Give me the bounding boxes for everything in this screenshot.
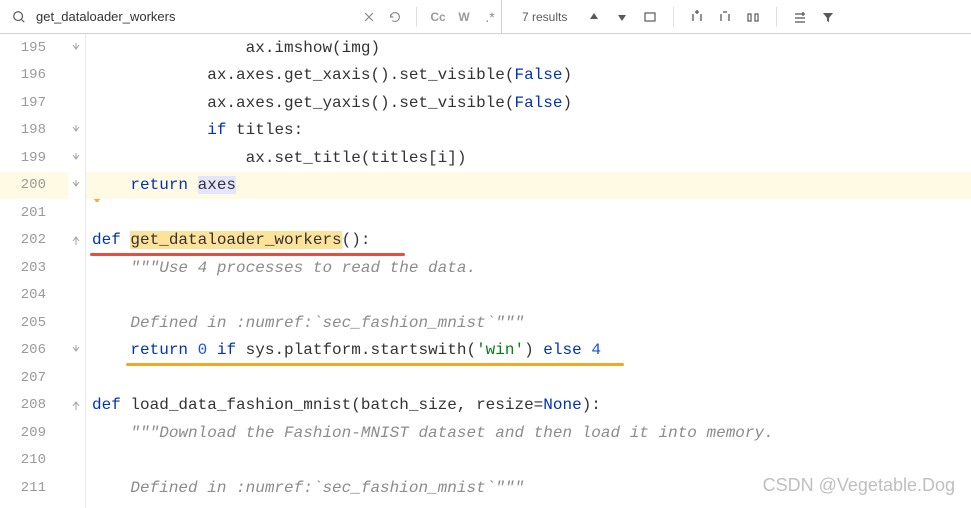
code-line[interactable]: def get_dataloader_workers(): [86,227,971,255]
line-number: 202 [0,227,68,255]
code-content[interactable]: ax.imshow(img) ax.axes.get_xaxis().set_v… [86,34,971,508]
search-icon [8,6,30,28]
code-line[interactable]: ax.axes.get_xaxis().set_visible(False) [86,62,971,90]
search-bar: Cc W .* 7 results [0,0,971,34]
clear-search-icon[interactable] [358,6,380,28]
match-case-button[interactable]: Cc [427,6,449,28]
search-input[interactable] [34,7,294,26]
line-number: 210 [0,447,68,475]
code-line[interactable]: Defined in :numref:`sec_fashion_mnist`""… [86,309,971,337]
remove-selection-icon[interactable] [714,6,736,28]
line-number: 207 [0,364,68,392]
select-all-occurrences-icon[interactable] [742,6,764,28]
line-number: 195 [0,34,68,62]
fold-end-icon[interactable] [70,42,82,54]
code-line[interactable]: def load_data_fashion_mnist(batch_size, … [86,392,971,420]
code-line[interactable] [86,282,971,310]
code-line[interactable]: ax.set_title(titles[i]) [86,144,971,172]
search-left: Cc W .* [0,6,501,28]
prev-match-icon[interactable] [583,6,605,28]
regex-button[interactable]: .* [479,6,501,28]
line-number: 196 [0,62,68,90]
results-count: 7 results [522,10,567,24]
line-number: 199 [0,144,68,172]
code-line[interactable] [86,364,971,392]
words-button[interactable]: W [453,6,475,28]
code-area: 1951961971981992002012022032042052062072… [0,34,971,508]
code-line[interactable]: """Use 4 processes to read the data. [86,254,971,282]
line-number: 197 [0,89,68,117]
filter-icon[interactable] [817,6,839,28]
code-line[interactable]: ax.imshow(img) [86,34,971,62]
line-number: 203 [0,254,68,282]
separator [416,7,417,27]
line-number: 206 [0,337,68,365]
separator [673,7,674,27]
select-all-icon[interactable] [639,6,661,28]
fold-column [68,34,86,508]
add-selection-icon[interactable] [686,6,708,28]
separator [776,7,777,27]
fold-end-icon[interactable] [70,152,82,164]
line-number: 204 [0,282,68,310]
next-match-icon[interactable] [611,6,633,28]
fold-end-icon[interactable] [70,344,82,356]
line-number: 209 [0,419,68,447]
search-match: get_dataloader_workers [130,231,341,249]
code-line[interactable] [86,447,971,475]
code-line[interactable]: if titles: [86,117,971,145]
fold-start-icon[interactable] [70,234,82,246]
fold-start-icon[interactable] [70,399,82,411]
code-line[interactable] [86,199,971,227]
code-line-current[interactable]: return axes [86,172,971,200]
line-number: 198 [0,117,68,145]
line-number: 205 [0,309,68,337]
history-icon[interactable] [384,6,406,28]
code-line[interactable]: ax.axes.get_yaxis().set_visible(False) [86,89,971,117]
code-line[interactable]: Defined in :numref:`sec_fashion_mnist`""… [86,474,971,502]
fold-end-icon[interactable] [70,179,82,191]
settings-icon[interactable] [789,6,811,28]
line-number: 200 [0,172,68,200]
line-number: 201 [0,199,68,227]
fold-end-icon[interactable] [70,124,82,136]
line-number: 211 [0,474,68,502]
code-line[interactable]: """Download the Fashion-MNIST dataset an… [86,419,971,447]
line-number-gutter: 1951961971981992002012022032042052062072… [0,34,68,508]
search-results-panel: 7 results [501,0,971,33]
code-line[interactable]: return 0 if sys.platform.startswith('win… [86,337,971,365]
line-number: 208 [0,392,68,420]
